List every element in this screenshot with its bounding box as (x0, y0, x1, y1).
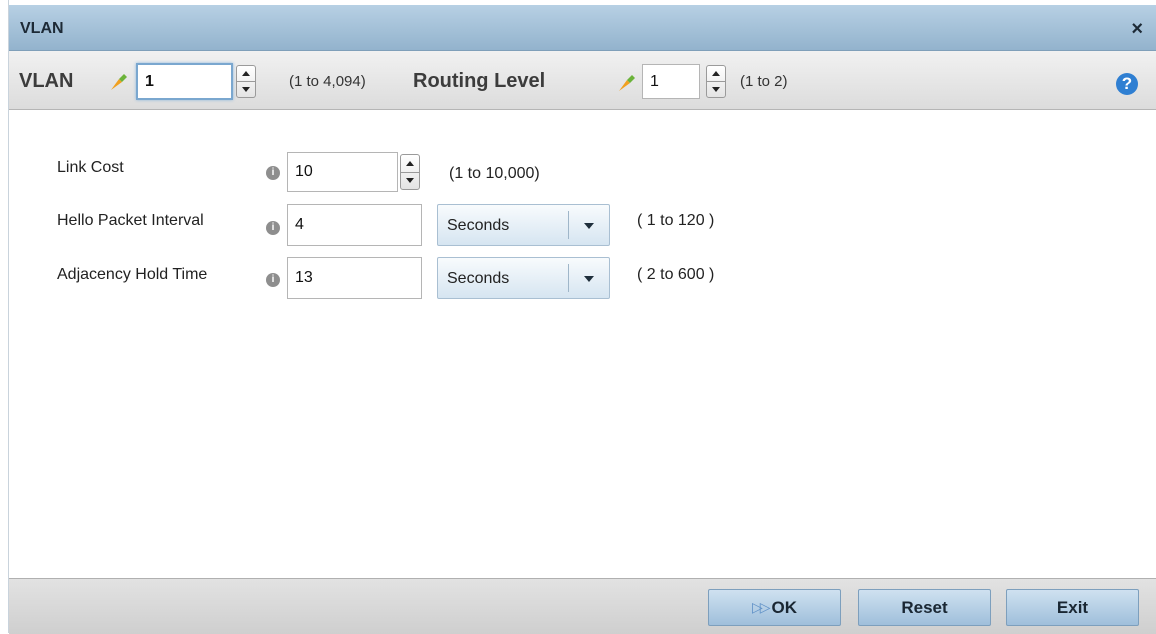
info-icon[interactable]: i (266, 166, 280, 180)
info-icon[interactable]: i (266, 273, 280, 287)
reset-label: Reset (901, 597, 948, 617)
vlan-dialog: VLAN × VLAN 1 (1 to 4,094) Routing Level… (8, 0, 1156, 634)
info-icon[interactable]: i (266, 221, 280, 235)
vlan-spinner[interactable] (236, 65, 256, 98)
hello-interval-value: 4 (295, 216, 304, 233)
link-cost-value: 10 (295, 163, 313, 180)
link-cost-input[interactable]: 10 (287, 152, 398, 192)
link-cost-spinner[interactable] (400, 154, 420, 190)
spinner-up-icon[interactable] (237, 66, 255, 81)
reset-button[interactable]: Reset (858, 589, 991, 626)
hello-interval-unit: Seconds (447, 217, 510, 234)
vlan-range: (1 to 4,094) (289, 73, 366, 90)
adjacency-hold-range: ( 2 to 600 ) (637, 266, 715, 283)
dialog-title: VLAN (20, 20, 64, 37)
close-icon[interactable]: × (1131, 19, 1143, 39)
hello-interval-range: ( 1 to 120 ) (637, 212, 715, 229)
routing-level-label: Routing Level (413, 70, 546, 92)
routing-level-spinner[interactable] (706, 65, 726, 98)
select-divider (568, 264, 569, 292)
change-indicator-icon (111, 74, 127, 90)
spinner-down-icon[interactable] (237, 81, 255, 97)
hello-interval-input[interactable]: 4 (287, 204, 422, 246)
dropdown-arrow-icon (584, 223, 594, 229)
ok-label: OK (771, 597, 798, 617)
header-toolbar: VLAN 1 (1 to 4,094) Routing Level 1 (1 t… (9, 51, 1156, 110)
adjacency-hold-input[interactable]: 13 (287, 257, 422, 299)
exit-button[interactable]: Exit (1006, 589, 1139, 626)
routing-level-range: (1 to 2) (740, 73, 788, 90)
adjacency-hold-unit: Seconds (447, 270, 510, 287)
dropdown-arrow-icon (584, 276, 594, 282)
spinner-up-icon[interactable] (707, 66, 725, 81)
link-cost-range: (1 to 10,000) (449, 165, 540, 182)
vlan-input-value: 1 (145, 72, 154, 90)
title-bar: VLAN × (9, 5, 1156, 51)
vlan-label: VLAN (19, 70, 74, 92)
vlan-input[interactable]: 1 (136, 63, 233, 100)
routing-level-value: 1 (650, 72, 659, 90)
exit-label: Exit (1056, 597, 1089, 617)
adjacency-hold-unit-select[interactable]: Seconds (437, 257, 610, 299)
spinner-up-icon[interactable] (401, 155, 419, 172)
change-indicator-icon (619, 75, 635, 91)
select-divider (568, 211, 569, 239)
routing-level-input[interactable]: 1 (642, 64, 700, 99)
hello-interval-label: Hello Packet Interval (57, 212, 204, 229)
dialog-footer: ▷▷ OK Reset Exit (9, 578, 1156, 634)
spinner-down-icon[interactable] (707, 81, 725, 97)
link-cost-label: Link Cost (57, 159, 124, 176)
ok-arrow-icon: ▷▷ (751, 599, 770, 615)
adjacency-hold-value: 13 (295, 269, 313, 286)
help-icon[interactable]: ? (1116, 73, 1138, 95)
adjacency-hold-label: Adjacency Hold Time (57, 266, 208, 283)
hello-interval-unit-select[interactable]: Seconds (437, 204, 610, 246)
spinner-down-icon[interactable] (401, 171, 419, 190)
ok-button[interactable]: ▷▷ OK (708, 589, 841, 626)
